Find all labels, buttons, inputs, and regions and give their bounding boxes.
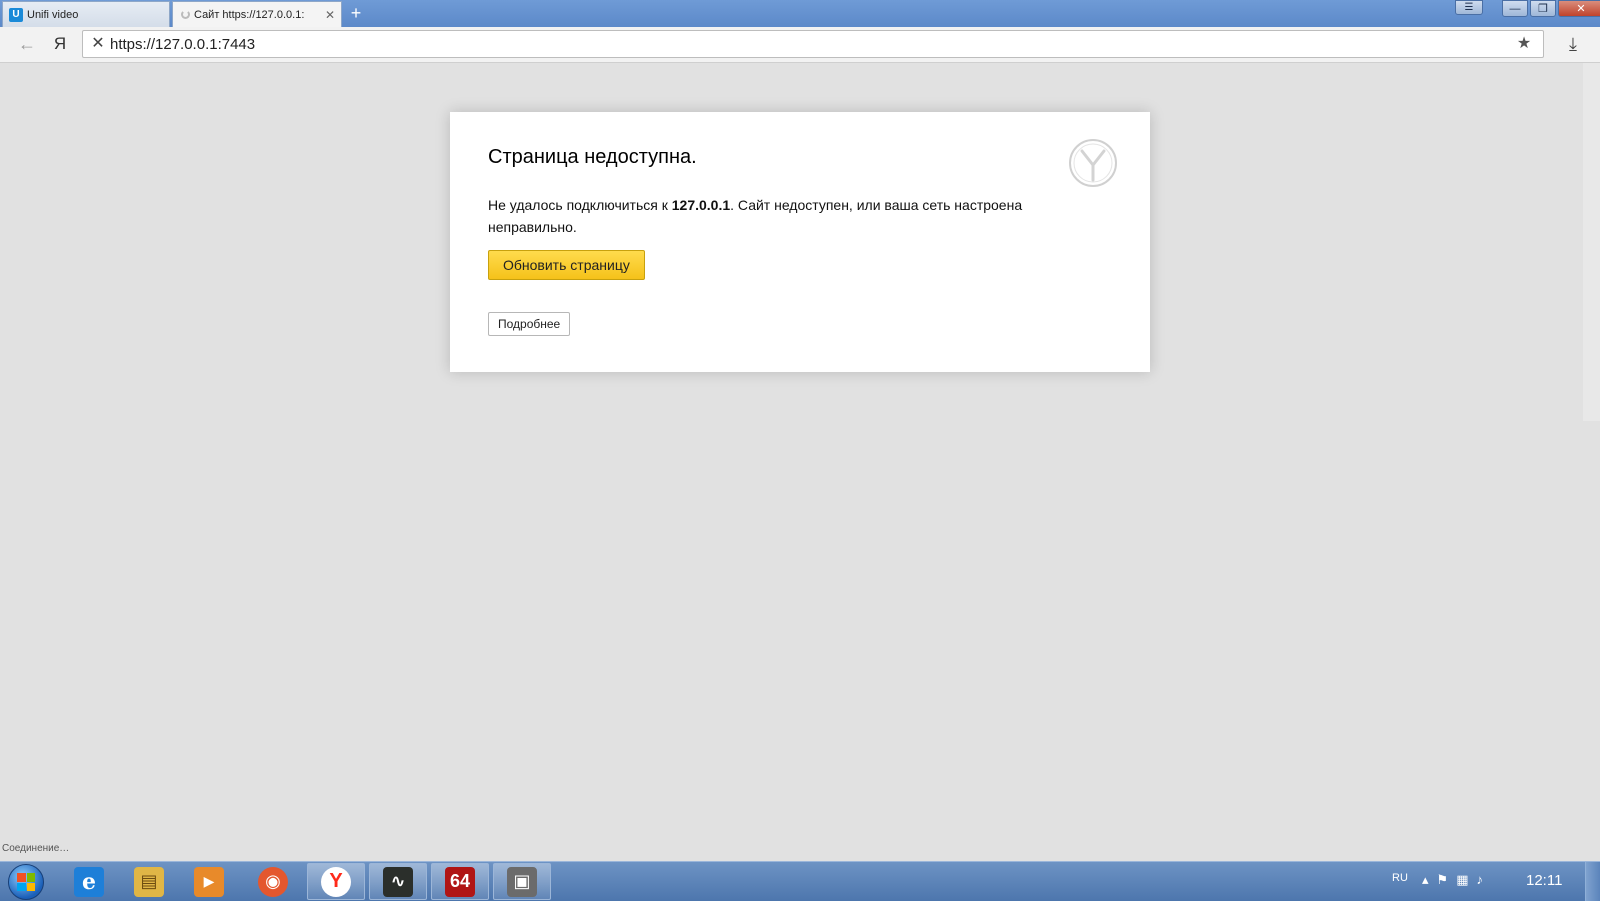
url-input[interactable] bbox=[110, 31, 1490, 57]
taskbar-yandex-browser[interactable]: Y bbox=[307, 863, 365, 900]
details-button[interactable]: Подробнее bbox=[488, 312, 571, 336]
windows-logo-icon bbox=[8, 864, 44, 900]
browser-menu-button[interactable]: ☰ bbox=[1455, 0, 1483, 15]
internet-explorer-icon: e bbox=[74, 866, 104, 897]
new-tab-button[interactable]: + bbox=[346, 3, 366, 23]
tray-flag-icon[interactable]: ⚑ bbox=[1437, 872, 1449, 888]
folder-icon: ▤ bbox=[134, 866, 164, 897]
taskbar-media-player[interactable]: ▶ bbox=[180, 863, 238, 900]
tray-expand-icon[interactable]: ▴ bbox=[1422, 872, 1429, 888]
reload-page-button[interactable]: Обновить страницу bbox=[488, 250, 645, 280]
restore-button[interactable]: ❐ bbox=[1530, 0, 1556, 17]
windows-taskbar: e ▤ ▶ ◉ Y ∿ 64 ▣ RU ▴ ⚑ ▦ ♪ 12:11 bbox=[0, 861, 1600, 901]
aida64-icon: 64 bbox=[445, 866, 475, 897]
system-tray: ▴ ⚑ ▦ ♪ bbox=[1422, 872, 1483, 888]
tab-close-icon[interactable]: ✕ bbox=[322, 8, 338, 22]
show-desktop-button[interactable] bbox=[1585, 862, 1600, 901]
message-host: 127.0.0.1 bbox=[671, 197, 731, 213]
error-title: Страница недоступна. bbox=[488, 146, 697, 168]
taskbar-aida64[interactable]: 64 bbox=[431, 863, 489, 900]
address-bar: ✕ ★ bbox=[82, 30, 1544, 58]
taskbar-archive-tool[interactable]: ▣ bbox=[493, 863, 551, 900]
firefox-icon: ◉ bbox=[258, 866, 288, 897]
unifi-icon: U bbox=[9, 7, 23, 22]
taskbar-ubiquiti-tool[interactable]: ∿ bbox=[369, 863, 427, 900]
bookmark-star-icon[interactable]: ★ bbox=[1515, 34, 1533, 54]
taskbar-file-explorer[interactable]: ▤ bbox=[120, 863, 178, 900]
network-icon[interactable]: ▦ bbox=[1456, 872, 1468, 888]
tab-active-site[interactable]: Сайт https://127.0.0.1: ✕ bbox=[172, 1, 342, 27]
media-player-icon: ▶ bbox=[194, 866, 224, 897]
loading-spinner-icon bbox=[181, 10, 190, 19]
tab-unifi-video[interactable]: U Unifi video bbox=[2, 1, 170, 27]
error-message: Не удалось подключиться к 127.0.0.1. Сай… bbox=[488, 194, 1058, 238]
back-arrow-icon[interactable]: ← bbox=[16, 33, 38, 55]
archive-tool-icon: ▣ bbox=[507, 866, 537, 897]
ubiquiti-tool-icon: ∿ bbox=[383, 866, 413, 897]
page-scrollbar[interactable] bbox=[1583, 63, 1600, 421]
tab-title: Сайт https://127.0.0.1: bbox=[194, 8, 305, 21]
status-bar-text: Соединение… bbox=[2, 843, 70, 854]
stop-loading-icon[interactable]: ✕ bbox=[89, 34, 107, 54]
yandex-browser-icon: Y bbox=[321, 866, 351, 897]
tab-strip: U Unifi video Сайт https://127.0.0.1: ✕ … bbox=[0, 0, 1600, 27]
start-button[interactable] bbox=[4, 864, 48, 900]
close-window-button[interactable]: ✕ bbox=[1558, 0, 1600, 17]
navigation-bar: ← Я ✕ ★ ⤓ bbox=[0, 27, 1600, 63]
minimize-button[interactable]: — bbox=[1502, 0, 1528, 17]
window-controls: — ❐ ✕ bbox=[1500, 0, 1600, 17]
taskbar-firefox[interactable]: ◉ bbox=[244, 863, 302, 900]
taskbar-internet-explorer[interactable]: e bbox=[60, 863, 118, 900]
yandex-home-icon[interactable]: Я bbox=[50, 33, 70, 55]
keyboard-language[interactable]: RU bbox=[1392, 872, 1408, 884]
downloads-icon[interactable]: ⤓ bbox=[1562, 33, 1584, 55]
error-card: Страница недоступна. Не удалось подключи… bbox=[450, 112, 1150, 372]
tab-title: Unifi video bbox=[27, 8, 79, 21]
yandex-browser-logo-icon bbox=[1069, 139, 1117, 187]
volume-icon[interactable]: ♪ bbox=[1476, 872, 1483, 888]
message-prefix: Не удалось подключиться к bbox=[488, 197, 672, 213]
clock[interactable]: 12:11 bbox=[1526, 872, 1562, 889]
